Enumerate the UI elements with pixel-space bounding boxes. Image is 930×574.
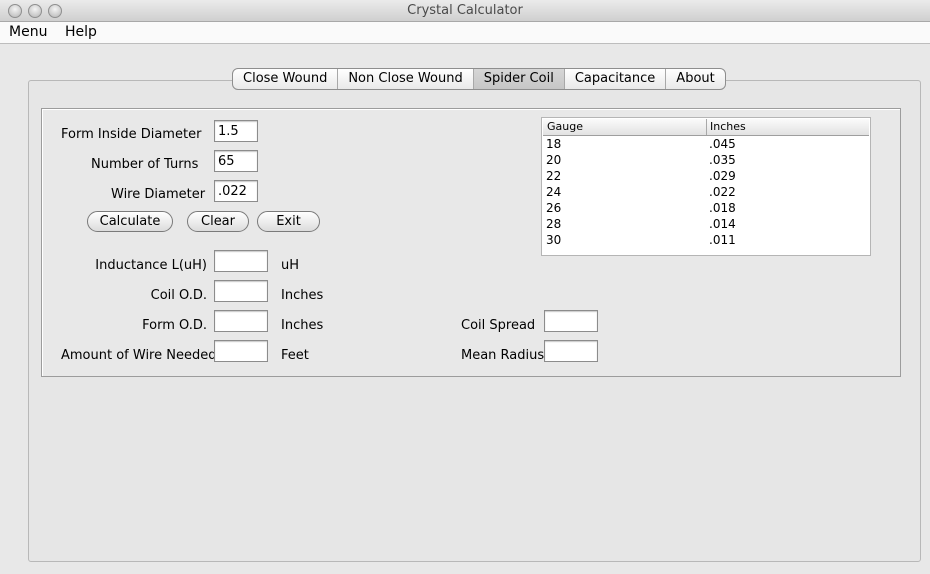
coil-od-unit: Inches	[281, 288, 324, 303]
table-row[interactable]: 30 .011	[543, 232, 869, 248]
form-od-unit: Inches	[281, 318, 324, 333]
mean-radius-label: Mean Radius	[461, 348, 545, 363]
mean-radius-output[interactable]	[544, 340, 598, 362]
table-row[interactable]: 20 .035	[543, 152, 869, 168]
menu-menu[interactable]: Menu	[9, 24, 47, 40]
tab-close-wound[interactable]: Close Wound	[233, 69, 339, 89]
menu-help[interactable]: Help	[65, 24, 97, 40]
tab-capacitance[interactable]: Capacitance	[565, 69, 667, 89]
wire-diameter-label: Wire Diameter	[111, 187, 206, 202]
calculate-button[interactable]: Calculate	[87, 211, 173, 232]
inductance-label: Inductance L(uH)	[95, 258, 207, 273]
inches-cell: .014	[709, 217, 736, 231]
table-row[interactable]: 28 .014	[543, 216, 869, 232]
title-bar: Crystal Calculator	[0, 0, 930, 22]
exit-button[interactable]: Exit	[257, 211, 320, 232]
form-od-output[interactable]	[214, 310, 268, 332]
gauge-table-header: Gauge Inches	[543, 119, 869, 136]
inductance-unit: uH	[281, 258, 300, 273]
table-row[interactable]: 18 .045	[543, 136, 869, 152]
inches-column-header[interactable]: Inches	[710, 120, 746, 133]
inches-cell: .045	[709, 137, 736, 151]
tab-non-close-wound[interactable]: Non Close Wound	[338, 69, 474, 89]
number-of-turns-input[interactable]	[214, 150, 258, 172]
inches-cell: .035	[709, 153, 736, 167]
inches-cell: .022	[709, 185, 736, 199]
wire-diameter-input[interactable]	[214, 180, 258, 202]
gauge-cell: 20	[546, 153, 562, 167]
form-inside-diameter-label: Form Inside Diameter	[61, 127, 202, 142]
number-of-turns-label: Number of Turns	[91, 157, 199, 172]
inches-cell: .029	[709, 169, 736, 183]
tab-spider-coil[interactable]: Spider Coil	[473, 69, 565, 89]
coil-spread-output[interactable]	[544, 310, 598, 332]
gauge-column-header[interactable]: Gauge	[547, 120, 583, 133]
wire-needed-output[interactable]	[214, 340, 268, 362]
tab-bar: Close Wound Non Close Wound Spider Coil …	[232, 68, 726, 90]
menu-bar: Menu Help	[0, 22, 930, 44]
table-row[interactable]: 26 .018	[543, 200, 869, 216]
coil-od-output[interactable]	[214, 280, 268, 302]
tab-about[interactable]: About	[666, 69, 724, 89]
gauge-cell: 18	[546, 137, 562, 151]
gauge-table[interactable]: Gauge Inches 18 .045 20 .035 22 .029 24 .022…	[541, 117, 871, 256]
clear-button[interactable]: Clear	[187, 211, 249, 232]
wire-needed-unit: Feet	[281, 348, 309, 363]
form-inside-diameter-input[interactable]	[214, 120, 258, 142]
inches-cell: .011	[709, 233, 736, 247]
coil-spread-label: Coil Spread	[461, 318, 536, 333]
gauge-cell: 24	[546, 185, 562, 199]
gauge-cell: 26	[546, 201, 562, 215]
gauge-cell: 30	[546, 233, 562, 247]
window-title: Crystal Calculator	[407, 3, 523, 18]
inductance-output[interactable]	[214, 250, 268, 272]
inches-cell: .018	[709, 201, 736, 215]
gauge-cell: 22	[546, 169, 562, 183]
gauge-cell: 28	[546, 217, 562, 231]
form-od-label: Form O.D.	[142, 318, 207, 333]
wire-needed-label: Amount of Wire Needed	[61, 348, 217, 363]
table-row[interactable]: 24 .022	[543, 184, 869, 200]
table-row[interactable]: 22 .029	[543, 168, 869, 184]
column-divider	[706, 119, 707, 135]
coil-od-label: Coil O.D.	[150, 288, 207, 303]
